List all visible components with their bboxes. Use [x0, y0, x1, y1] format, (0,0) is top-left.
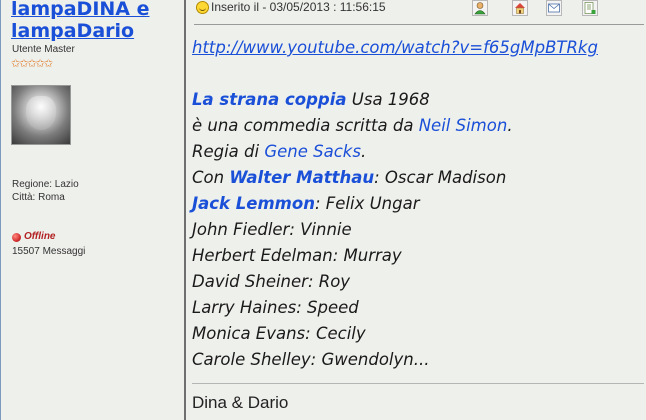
writer-name: Neil Simon — [418, 116, 508, 135]
text-segment: Con — [192, 168, 230, 187]
offline-status-icon — [12, 233, 21, 242]
actor-name: Jack Lemmon — [192, 194, 315, 213]
cast-line: Carole Shelley: Gwendolyn... — [192, 350, 430, 369]
author-line: è una commedia scritta da Neil Simon. — [192, 116, 513, 135]
cast-line: Herbert Edelman: Murray — [192, 246, 402, 265]
signature: Dina & Dario — [192, 393, 289, 412]
profile-icon[interactable] — [472, 0, 488, 16]
cast-line: Monica Evans: Cecily — [192, 324, 366, 343]
text-segment: Regia di — [192, 142, 265, 161]
cast-line-1: Con Walter Matthau: Oscar Madison — [192, 168, 506, 187]
message-count: 15507 Messaggi — [12, 246, 86, 257]
cast-line: Larry Haines: Speed — [192, 298, 359, 317]
author-name-link[interactable]: lampaDINA e lampaDario — [11, 0, 150, 42]
director-name: Gene Sacks — [264, 142, 361, 161]
title-line: La strana coppia Usa 1968 — [192, 90, 430, 109]
author-rank: Utente Master — [12, 44, 75, 55]
status-badge: Offline — [24, 231, 56, 242]
header-separator — [194, 24, 644, 25]
cast-line: David Sheiner: Roy — [192, 272, 351, 291]
chandelier-image — [26, 96, 56, 130]
text-segment: . — [360, 142, 367, 161]
author-panel: lampaDINA e lampaDario Utente Master ✩✩✩… — [0, 0, 183, 420]
cast-line-2: Jack Lemmon: Felix Ungar — [192, 194, 419, 213]
home-icon[interactable] — [512, 0, 528, 16]
forum-post: lampaDINA e lampaDario Utente Master ✩✩✩… — [0, 0, 646, 420]
author-city: Città: Roma — [12, 192, 65, 203]
quote-icon[interactable] — [582, 0, 598, 16]
actor-name: Walter Matthau — [229, 168, 375, 187]
text-segment: . — [507, 116, 513, 135]
author-region: Regione: Lazio — [12, 179, 79, 190]
youtube-link[interactable]: http://www.youtube.com/watch?v=f65gMpBTR… — [192, 38, 598, 57]
text-segment: è una commedia scritta da — [192, 116, 419, 135]
author-name-line2[interactable]: lampaDario — [11, 20, 150, 42]
post-content-panel: Inserito il - 03/05/2013 : 11:56:15 http… — [186, 0, 646, 420]
rank-stars-icon: ✩✩✩✩✩ — [11, 57, 53, 70]
text-segment: : Oscar Madison — [374, 168, 507, 187]
post-timestamp: Inserito il - 03/05/2013 : 11:56:15 — [211, 0, 386, 14]
avatar — [11, 85, 71, 145]
smiley-icon — [196, 1, 209, 14]
email-icon[interactable] — [546, 0, 562, 16]
director-line: Regia di Gene Sacks. — [192, 142, 366, 161]
cast-line: John Fiedler: Vinnie — [192, 220, 352, 239]
signature-separator — [192, 383, 644, 384]
film-title: La strana coppia — [192, 90, 347, 109]
author-name-line1[interactable]: lampaDINA e — [11, 0, 150, 20]
text-segment: : Felix Ungar — [314, 194, 420, 213]
post-header: Inserito il - 03/05/2013 : 11:56:15 — [194, 0, 646, 24]
film-year: Usa 1968 — [346, 90, 430, 109]
